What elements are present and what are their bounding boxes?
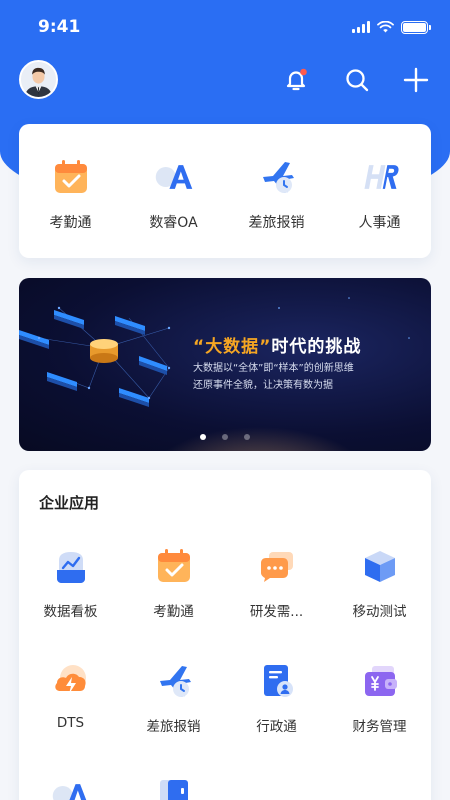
search-icon[interactable] — [343, 66, 371, 94]
app-attendance[interactable]: 考勤通 — [122, 545, 225, 620]
airplane-clock-icon — [256, 156, 298, 198]
quick-item-hr[interactable]: 人事通 — [328, 124, 431, 258]
quick-item-label: 数睿OA — [149, 215, 198, 231]
app-dts[interactable]: DTS — [19, 660, 122, 731]
app-oa-partial[interactable] — [19, 775, 122, 800]
wifi-icon — [377, 21, 394, 33]
user-avatar[interactable] — [19, 60, 58, 99]
hr-logo-icon — [359, 156, 401, 198]
carousel-dot[interactable] — [222, 434, 228, 440]
cloud-bolt-icon — [50, 660, 92, 702]
enterprise-apps-card: 企业应用 数据看板 考勤通 研发需... 移动测试 DTS 差旅报销 行政通 财… — [19, 470, 431, 800]
status-bar: 9:41 — [0, 0, 450, 54]
cellular-signal-icon — [352, 21, 370, 33]
promo-banner[interactable]: “大数据”时代的挑战 大数据以“全体”即“样本”的创新思维 还原事件全貌，让决策… — [19, 278, 431, 451]
chart-bag-icon — [50, 545, 92, 587]
chat-bubbles-icon — [256, 545, 298, 587]
carousel-dots — [19, 434, 431, 440]
quick-access-card: 考勤通 数睿OA 差旅报销 人事通 — [19, 124, 431, 258]
quick-item-label: 考勤通 — [49, 215, 92, 231]
quick-item-label: 差旅报销 — [248, 215, 305, 231]
wallet-yen-icon — [359, 660, 401, 702]
app-finance[interactable]: 财务管理 — [328, 660, 431, 735]
app-label: 考勤通 — [153, 604, 194, 620]
app-partial[interactable] — [122, 775, 225, 800]
carousel-dot[interactable] — [200, 434, 206, 440]
quick-item-attendance[interactable]: 考勤通 — [19, 124, 122, 258]
banner-title-rest: 时代的挑战 — [271, 337, 362, 357]
cube-icon — [359, 545, 401, 587]
top-bar — [0, 56, 450, 104]
app-label: 移动测试 — [352, 604, 407, 620]
notification-dot — [300, 68, 307, 76]
app-mobile-testing[interactable]: 移动测试 — [328, 545, 431, 620]
status-icons — [352, 20, 431, 34]
banner-quote-open: “ — [193, 337, 206, 357]
oa-logo-icon — [153, 156, 195, 198]
app-label: 财务管理 — [352, 719, 407, 735]
database-cylinder — [90, 339, 118, 363]
banner-quote-close: ” — [259, 337, 272, 357]
bell-icon[interactable] — [282, 66, 310, 94]
plus-icon[interactable] — [402, 66, 430, 94]
quick-item-travel[interactable]: 差旅报销 — [225, 124, 328, 258]
app-label: 差旅报销 — [146, 719, 201, 735]
banner-subtitle-line-2: 还原事件全貌，让决策有数为据 — [193, 380, 333, 391]
banner-title: “大数据”时代的挑战 — [193, 332, 361, 357]
app-label: DTS — [56, 715, 85, 731]
status-time: 9:41 — [38, 17, 81, 37]
oa-logo-icon — [50, 775, 92, 800]
carousel-dot[interactable] — [244, 434, 250, 440]
folder-icon — [153, 775, 195, 800]
airplane-clock-icon — [153, 660, 195, 702]
banner-title-highlight: 大数据 — [205, 337, 260, 357]
banner-subtitle-line-1: 大数据以“全体”即“样本”的创新思维 — [193, 363, 354, 374]
quick-item-label: 人事通 — [358, 215, 401, 231]
app-travel-expense[interactable]: 差旅报销 — [122, 660, 225, 735]
app-label: 研发需... — [249, 604, 304, 620]
quick-item-oa[interactable]: 数睿OA — [122, 124, 225, 258]
section-title: 企业应用 — [39, 494, 100, 512]
calendar-check-icon — [153, 545, 195, 587]
app-label: 数据看板 — [43, 604, 98, 620]
app-administration[interactable]: 行政通 — [225, 660, 328, 735]
app-rd-requirements[interactable]: 研发需... — [225, 545, 328, 620]
app-data-dashboard[interactable]: 数据看板 — [19, 545, 122, 620]
calendar-check-icon — [50, 156, 92, 198]
battery-icon — [401, 20, 431, 34]
app-label: 行政通 — [256, 719, 297, 735]
document-user-icon — [256, 660, 298, 702]
avatar-person-icon — [21, 62, 56, 97]
